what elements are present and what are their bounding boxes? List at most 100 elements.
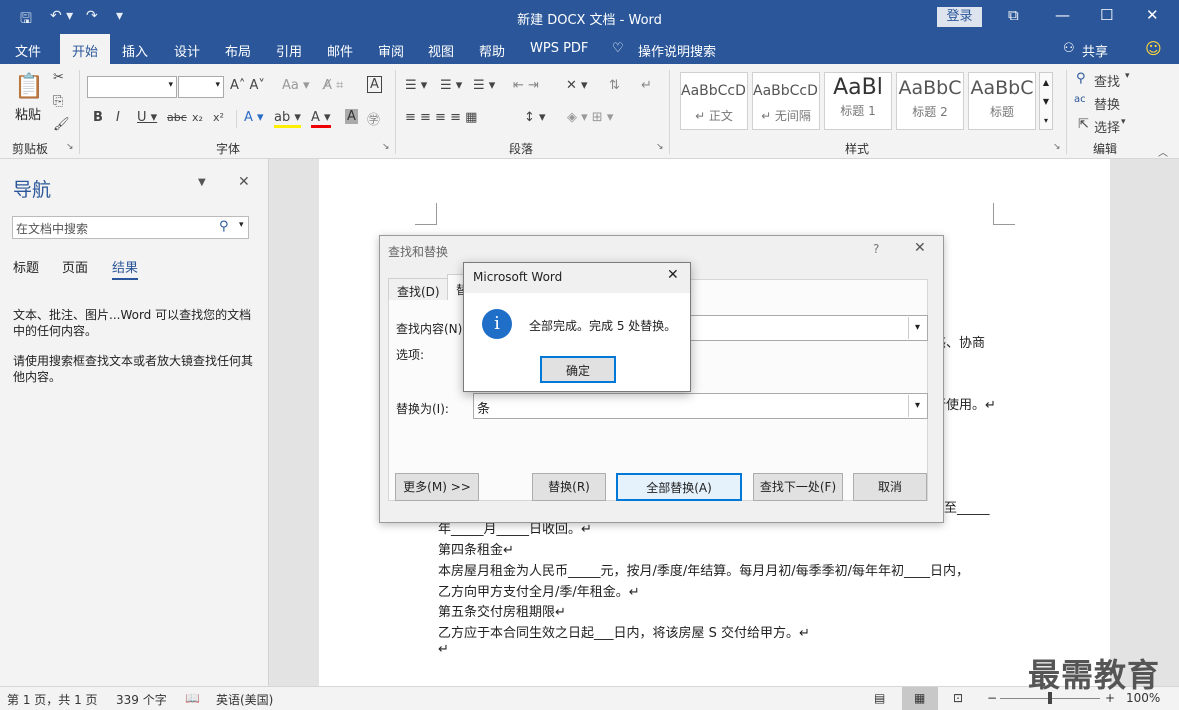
subscript-icon[interactable]: x₂	[192, 111, 203, 124]
margin-mark	[415, 203, 437, 225]
tell-me-search[interactable]: 操作说明搜索	[638, 41, 716, 60]
read-mode-icon[interactable]: ▤	[874, 691, 885, 705]
tab-design[interactable]: 设计	[174, 41, 200, 60]
tab-mailings[interactable]: 邮件	[327, 41, 353, 60]
chevron-down-icon[interactable]: ▼	[198, 177, 206, 188]
chevron-down-icon[interactable]: ▾	[1125, 71, 1130, 81]
copy-icon[interactable]: ⎘	[53, 94, 63, 109]
tab-help[interactable]: 帮助	[479, 41, 505, 60]
nav-tab-headings[interactable]: 标题	[13, 257, 39, 276]
replace-button[interactable]: 替换	[1094, 94, 1120, 113]
font-size-combo[interactable]: ▾	[178, 76, 224, 98]
grow-font-icon[interactable]: A˄ A˅	[230, 78, 265, 93]
replace-button[interactable]: 替换(R)	[532, 473, 606, 501]
tab-wps-pdf[interactable]: WPS PDF	[530, 41, 588, 56]
font-name-combo[interactable]: ▾	[87, 76, 177, 98]
style-normal[interactable]: AaBbCcDı ↵ 正文	[680, 72, 748, 130]
tab-find[interactable]: 查找(D)	[388, 278, 449, 300]
chevron-down-icon[interactable]: ▾	[1121, 117, 1126, 127]
tab-view[interactable]: 视图	[428, 41, 454, 60]
nav-help-text-1: 文本、批注、图片...Word 可以查找您的文档中的任何内容。	[13, 308, 252, 338]
replace-all-button[interactable]: 全部替换(A)	[616, 473, 742, 501]
font-color-icon[interactable]: A ▾	[311, 110, 331, 128]
help-icon[interactable]: ?	[873, 242, 879, 256]
page-count[interactable]: 第 1 页，共 1 页	[7, 691, 98, 708]
clear-format-icon[interactable]: A̸ ⌗	[323, 78, 343, 93]
show-marks-icon[interactable]: ↵	[641, 78, 652, 93]
collapse-ribbon-icon[interactable]: ︿	[1158, 144, 1168, 159]
close-icon[interactable]: ✕	[667, 267, 679, 283]
style-heading2[interactable]: AaBbC 标题 2	[896, 72, 964, 130]
italic-icon[interactable]: I	[116, 110, 120, 125]
cancel-button[interactable]: 取消	[853, 473, 927, 501]
language[interactable]: 英语(美国)	[216, 691, 273, 708]
paste-button[interactable]: 粘贴	[15, 104, 41, 123]
superscript-icon[interactable]: x²	[213, 111, 224, 124]
style-heading1[interactable]: AaBl 标题 1	[824, 72, 892, 130]
login-button[interactable]: 登录	[937, 7, 982, 27]
web-layout-icon[interactable]: ⊡	[953, 691, 963, 705]
zoom-out-icon[interactable]: −	[987, 691, 997, 705]
format-painter-icon[interactable]: 🖌	[53, 117, 70, 132]
close-icon[interactable]: ✕	[914, 240, 926, 256]
multilevel-list-icon[interactable]: ☰ ▾	[473, 78, 495, 93]
word-count[interactable]: 339 个字	[116, 691, 167, 708]
clipboard-icon[interactable]: 📋	[14, 72, 44, 100]
tab-references[interactable]: 引用	[276, 41, 302, 60]
find-label: 查找内容(N):	[396, 322, 467, 336]
dialog-launcher-icon[interactable]: ↘	[656, 142, 664, 152]
cut-icon[interactable]: ✂	[53, 70, 64, 85]
nav-tab-pages[interactable]: 页面	[62, 257, 88, 276]
dialog-launcher-icon[interactable]: ↘	[1053, 142, 1061, 152]
find-button[interactable]: 查找	[1094, 71, 1120, 90]
tab-review[interactable]: 审阅	[378, 41, 404, 60]
close-icon[interactable]: ✕	[1146, 6, 1159, 24]
smiley-icon[interactable]: ☺	[1145, 39, 1162, 58]
bold-icon[interactable]: B	[93, 110, 103, 125]
ribbon-display-icon[interactable]: ⧉	[1008, 6, 1019, 24]
style-no-spacing[interactable]: AaBbCcDı ↵ 无间隔	[752, 72, 820, 130]
print-layout-icon[interactable]: ▦	[914, 691, 925, 705]
text-effects-icon[interactable]: A ▾	[244, 110, 264, 125]
align-icons[interactable]: ≡ ≡ ≡ ≡ ▦	[405, 110, 477, 125]
tab-home[interactable]: 开始	[60, 34, 111, 64]
watermark: 最需教育	[1028, 656, 1161, 694]
sort-icon[interactable]: ⇅	[609, 78, 620, 93]
tab-insert[interactable]: 插入	[122, 41, 148, 60]
maximize-icon[interactable]: ☐	[1100, 6, 1113, 24]
strikethrough-icon[interactable]: abc	[167, 111, 187, 124]
dialog-launcher-icon[interactable]: ↘	[382, 142, 390, 152]
doc-text: 至_____	[944, 501, 990, 516]
numbering-icon[interactable]: ☰ ▾	[440, 78, 462, 93]
bullets-icon[interactable]: ☰ ▾	[405, 78, 427, 93]
proofing-icon[interactable]: 📖	[185, 691, 200, 705]
underline-icon[interactable]: U ▾	[137, 110, 157, 125]
shading-icon[interactable]: ◈ ▾ ⊞ ▾	[567, 110, 613, 125]
indent-icons[interactable]: ⇤ ⇥	[513, 78, 539, 93]
styles-scroll[interactable]: ▲ ▼ ▾	[1039, 72, 1053, 130]
enclose-char-icon[interactable]: ㊫	[367, 109, 380, 128]
find-next-button[interactable]: 查找下一处(F)	[753, 473, 843, 501]
change-case-icon[interactable]: Aa ▾	[282, 78, 310, 93]
char-border-icon[interactable]: A	[367, 76, 382, 93]
dialog-launcher-icon[interactable]: ↘	[66, 142, 74, 152]
select-button[interactable]: 选择	[1094, 117, 1120, 136]
ok-button[interactable]: 确定	[540, 356, 616, 383]
highlight-icon[interactable]: ab ▾	[274, 110, 301, 128]
nav-search-input[interactable]: 在文档中搜索 ⚲ ▾	[12, 216, 249, 239]
char-shading-icon[interactable]: A	[345, 109, 358, 124]
tab-layout[interactable]: 布局	[225, 41, 251, 60]
line-spacing-icon[interactable]: ↕ ▾	[524, 110, 546, 125]
chevron-down-icon[interactable]: ▾	[239, 220, 244, 230]
replace-input[interactable]: 条 ▾	[473, 393, 928, 419]
minimize-icon[interactable]: —	[1055, 6, 1070, 24]
nav-tab-results[interactable]: 结果	[112, 257, 139, 280]
tab-file[interactable]: 文件	[15, 41, 41, 60]
style-title[interactable]: AaBbC 标题	[968, 72, 1036, 130]
close-icon[interactable]: ✕	[238, 174, 250, 190]
more-button[interactable]: 更多(M) >>	[395, 473, 479, 501]
doc-line: 第四条租金↵	[438, 543, 514, 558]
chinese-layout-icon[interactable]: ✕ ▾	[566, 78, 588, 93]
search-icon[interactable]: ⚲	[219, 219, 229, 234]
share-button[interactable]: 共享	[1082, 41, 1108, 60]
